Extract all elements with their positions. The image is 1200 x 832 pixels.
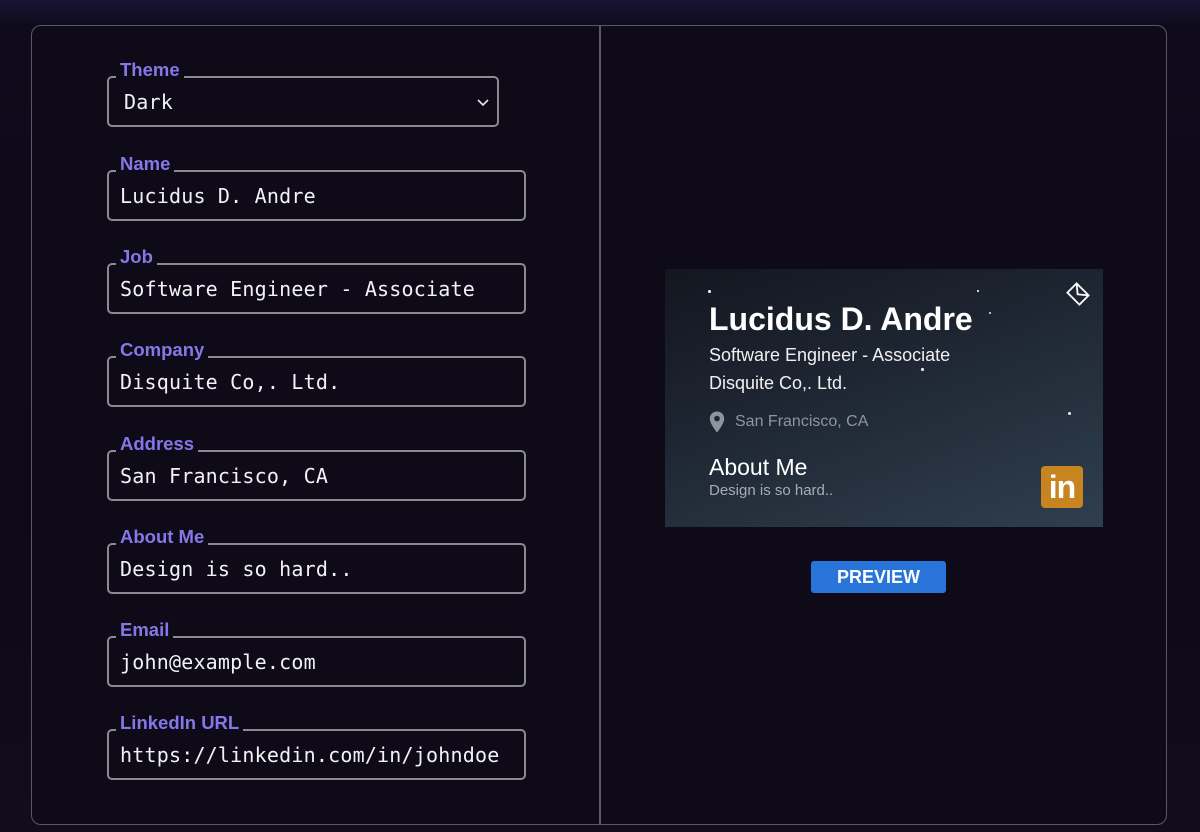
linkedin-url-value: https://linkedin.com/in/johndoe bbox=[120, 742, 500, 767]
star-decoration bbox=[1068, 412, 1071, 415]
email-input[interactable]: Email john@example.com bbox=[107, 618, 526, 687]
star-decoration bbox=[989, 312, 991, 314]
preview-button[interactable]: PREVIEW bbox=[811, 561, 946, 593]
panel-divider bbox=[599, 26, 601, 824]
card-job: Software Engineer - Associate bbox=[709, 345, 951, 365]
card-company: Disquite Co,. Ltd. bbox=[709, 373, 848, 393]
business-card: Lucidus D. Andre Software Engineer - Ass… bbox=[665, 269, 1103, 527]
card-address: San Francisco, CA bbox=[735, 413, 869, 430]
card-about-title: About Me bbox=[709, 454, 808, 480]
job-value: Software Engineer - Associate bbox=[120, 276, 475, 301]
email-icon[interactable] bbox=[1063, 279, 1093, 309]
star-decoration bbox=[977, 290, 979, 292]
card-about: Design is so hard.. bbox=[709, 482, 834, 499]
location-pin-icon bbox=[709, 411, 725, 433]
theme-value: Dark bbox=[124, 89, 173, 114]
card-name: Lucidus D. Andre bbox=[709, 301, 973, 337]
about-me-value: Design is so hard.. bbox=[120, 556, 353, 581]
email-value: john@example.com bbox=[120, 649, 316, 674]
star-decoration bbox=[708, 290, 711, 293]
address-value: San Francisco, CA bbox=[120, 463, 329, 488]
name-input[interactable]: Name Lucidus D. Andre bbox=[107, 152, 526, 221]
star-decoration bbox=[921, 368, 924, 371]
linkedin-icon[interactable]: in bbox=[1041, 466, 1083, 508]
company-input[interactable]: Company Disquite Co,. Ltd. bbox=[107, 338, 526, 407]
card-address-row: San Francisco, CA bbox=[709, 411, 868, 433]
linkedin-url-input[interactable]: LinkedIn URL https://linkedin.com/in/joh… bbox=[107, 711, 526, 780]
job-input[interactable]: Job Software Engineer - Associate bbox=[107, 245, 526, 314]
about-me-input[interactable]: About Me Design is so hard.. bbox=[107, 525, 526, 594]
address-input[interactable]: Address San Francisco, CA bbox=[107, 432, 526, 501]
theme-select[interactable]: Theme Dark bbox=[107, 58, 499, 127]
company-value: Disquite Co,. Ltd. bbox=[120, 369, 341, 394]
chevron-down-icon bbox=[477, 99, 489, 107]
app-frame: Theme Dark Name Lucidus D. Andre Job Sof… bbox=[31, 25, 1167, 825]
name-value: Lucidus D. Andre bbox=[120, 183, 316, 208]
